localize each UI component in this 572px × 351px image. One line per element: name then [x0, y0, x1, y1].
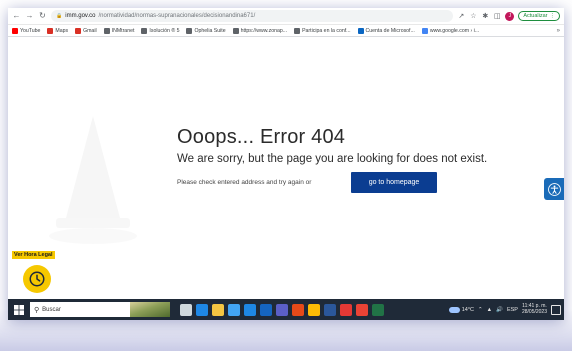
traffic-cone-watermark-icon [49, 116, 137, 244]
bookmark-item[interactable]: YouTube [12, 27, 41, 34]
mail-icon[interactable] [244, 303, 256, 316]
office-icon[interactable] [292, 303, 304, 316]
bookmark-favicon-icon [186, 27, 193, 34]
temperature: 14°C [461, 306, 475, 313]
star-icon[interactable]: ☆ [469, 12, 477, 20]
start-button[interactable] [11, 302, 27, 318]
hora-legal-label[interactable]: Ver Hora Legal [12, 251, 55, 259]
bookmark-label: Participa en la conf... [302, 27, 351, 34]
bookmark-label: Isolución ® 5 [149, 27, 180, 34]
bookmark-label: Maps [55, 27, 69, 34]
taskbar-apps [180, 303, 384, 316]
accessibility-icon [547, 182, 561, 196]
share-icon[interactable]: ↗ [457, 12, 465, 20]
bookmark-favicon-icon [12, 27, 18, 34]
bookmarks-overflow-icon[interactable]: » [557, 28, 560, 34]
bookmark-favicon-icon [47, 27, 54, 34]
bookmark-favicon-icon [75, 27, 82, 34]
bookmark-favicon-icon [421, 27, 428, 34]
search-icon: ⚲ [34, 306, 40, 314]
bookmark-item[interactable]: Ophelia Suite [186, 27, 226, 34]
bookmark-label: https://www.zonap... [240, 27, 288, 34]
bookmark-item[interactable]: Isolución ® 5 [141, 27, 180, 34]
bookmark-favicon-icon [103, 27, 110, 34]
store-icon[interactable] [228, 303, 240, 316]
bookmark-item[interactable]: Maps [47, 27, 69, 34]
bookmark-favicon-icon [141, 27, 148, 34]
network-icon[interactable]: ▲ [487, 307, 492, 313]
volume-icon[interactable]: 🔊 [496, 307, 503, 313]
bookmark-label: Cuenta de Microsof... [365, 27, 415, 34]
bookmark-label: INMtranet [111, 27, 135, 34]
profile-avatar[interactable]: J [505, 11, 515, 21]
search-placeholder: Buscar [42, 306, 61, 313]
teams-icon[interactable] [276, 303, 288, 316]
sidebar-icon[interactable]: ◫ [493, 12, 501, 20]
clock[interactable]: 11:41 p. m. 28/05/2023 [521, 303, 547, 316]
bookmark-item[interactable]: https://www.zonap... [232, 27, 288, 34]
bookmark-label: Ophelia Suite [194, 27, 226, 34]
reload-icon[interactable]: ↻ [38, 12, 47, 20]
bookmark-item[interactable]: INMtranet [103, 27, 135, 34]
clock-date: 28/05/2023 [521, 308, 547, 315]
word-icon[interactable] [324, 303, 336, 316]
bookmark-favicon-icon [294, 27, 301, 34]
outlook-icon[interactable] [260, 303, 272, 316]
go-to-homepage-button[interactable]: go to homepage [351, 172, 437, 193]
error-subtitle: We are sorry, but the page you are looki… [177, 153, 488, 165]
error-hint: Please check entered address and try aga… [177, 179, 312, 186]
page-content: Ooops... Error 404 We are sorry, but the… [8, 38, 564, 299]
update-label: Actualizar [523, 13, 548, 19]
update-button[interactable]: Actualizar ⋮ [518, 11, 560, 21]
error-title: Ooops... Error 404 [177, 126, 346, 148]
url-path: /normatividad/normas-supranacionales/dec… [98, 13, 256, 19]
accessibility-button[interactable] [544, 178, 564, 200]
chrome-alt-icon[interactable] [356, 303, 368, 316]
bookmark-label: YouTube [20, 27, 41, 34]
bookmark-favicon-icon [357, 27, 364, 34]
bookmark-item[interactable]: Participa en la conf... [294, 27, 351, 34]
bookmark-item[interactable]: www.google.com › i... [421, 27, 480, 34]
language-indicator[interactable]: ESP [507, 307, 518, 313]
url-host: imm.gov.co [65, 13, 96, 19]
browser-window: ← → ↻ 🔒 imm.gov.co/normatividad/normas-s… [8, 8, 564, 320]
extensions-icon[interactable]: ✱ [481, 12, 489, 20]
back-icon[interactable]: ← [12, 12, 21, 20]
bookmark-favicon-icon [232, 27, 239, 34]
chevron-up-icon[interactable]: ⌃ [478, 307, 483, 313]
search-highlight-image [130, 302, 170, 317]
bookmark-item[interactable]: Gmail [75, 27, 97, 34]
cloud-icon [448, 306, 460, 313]
task-view-icon[interactable] [180, 303, 192, 316]
lock-icon: 🔒 [56, 13, 63, 19]
bookmark-label: www.google.com › i... [429, 27, 480, 34]
notifications-icon[interactable] [551, 304, 561, 315]
weather-widget[interactable]: 14°C [448, 306, 475, 313]
address-bar: ← → ↻ 🔒 imm.gov.co/normatividad/normas-s… [8, 8, 564, 25]
excel-icon[interactable] [372, 303, 384, 316]
bookmark-label: Gmail [83, 27, 97, 34]
bookmark-item[interactable]: Cuenta de Microsof... [357, 27, 415, 34]
forward-icon[interactable]: → [25, 12, 34, 20]
app-red-icon[interactable] [340, 303, 352, 316]
url-input[interactable]: 🔒 imm.gov.co/normatividad/normas-suprana… [51, 10, 454, 22]
edge-icon[interactable] [196, 303, 208, 316]
file-explorer-icon[interactable] [212, 303, 224, 316]
clock-icon [29, 271, 45, 287]
taskbar: ⚲ Buscar 14°C ⌃ ▲ 🔊 ESP 11:41 p. m. 28/0… [8, 299, 564, 320]
windows-logo-icon [14, 304, 24, 315]
taskbar-search-input[interactable]: ⚲ Buscar [30, 302, 170, 317]
hora-legal-button[interactable] [23, 265, 51, 293]
kebab-menu-icon: ⋮ [549, 13, 556, 19]
bookmarks-bar: YouTube Maps Gmail INMtranet Isolución ® 5 Op… [8, 25, 564, 37]
chrome-icon[interactable] [308, 303, 320, 316]
system-tray: 14°C ⌃ ▲ 🔊 ESP 11:41 p. m. 28/05/2023 [448, 303, 561, 316]
